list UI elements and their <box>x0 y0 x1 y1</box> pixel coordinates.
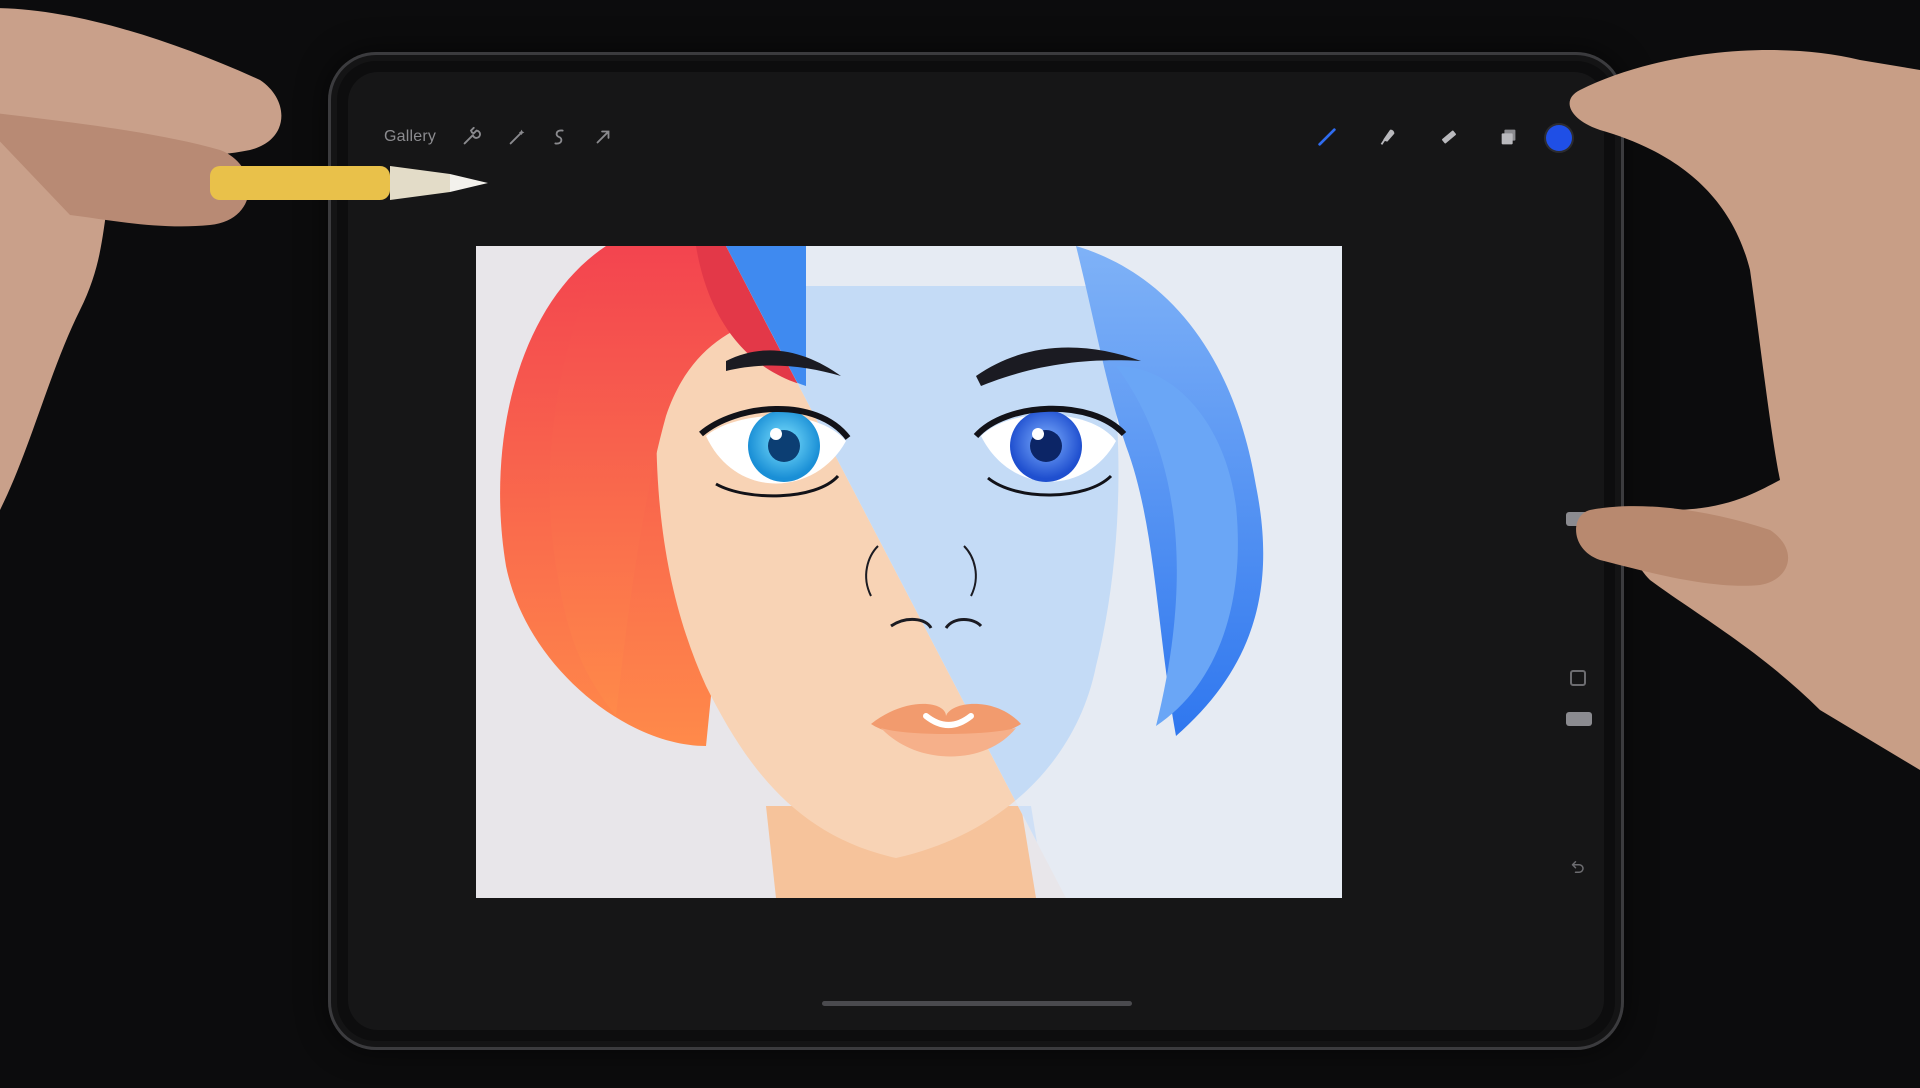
brush-icon[interactable] <box>1312 122 1342 152</box>
actions-wrench-icon[interactable] <box>456 122 486 152</box>
undo-icon[interactable] <box>1568 858 1586 876</box>
left-hand <box>0 8 282 510</box>
selection-s-icon[interactable] <box>544 122 574 152</box>
eraser-icon[interactable] <box>1434 122 1464 152</box>
gallery-button[interactable]: Gallery <box>384 128 436 146</box>
modify-button-icon[interactable] <box>1570 670 1586 686</box>
drawing-canvas[interactable] <box>476 246 1342 898</box>
smudge-icon[interactable] <box>1372 122 1402 152</box>
brush-size-slider[interactable] <box>1566 512 1592 526</box>
top-toolbar: Gallery <box>348 72 1604 202</box>
adjustments-wand-icon[interactable] <box>502 122 532 152</box>
transform-arrow-icon[interactable] <box>588 122 618 152</box>
ipad-device: Gallery <box>328 52 1624 1050</box>
procreate-screen: Gallery <box>348 72 1604 1030</box>
layers-icon[interactable] <box>1494 122 1524 152</box>
color-picker-button[interactable] <box>1546 125 1572 151</box>
portrait-artwork <box>476 246 1342 898</box>
opacity-slider[interactable] <box>1566 712 1592 726</box>
home-indicator <box>822 1001 1132 1006</box>
video-frame: Gallery <box>0 0 1920 1088</box>
